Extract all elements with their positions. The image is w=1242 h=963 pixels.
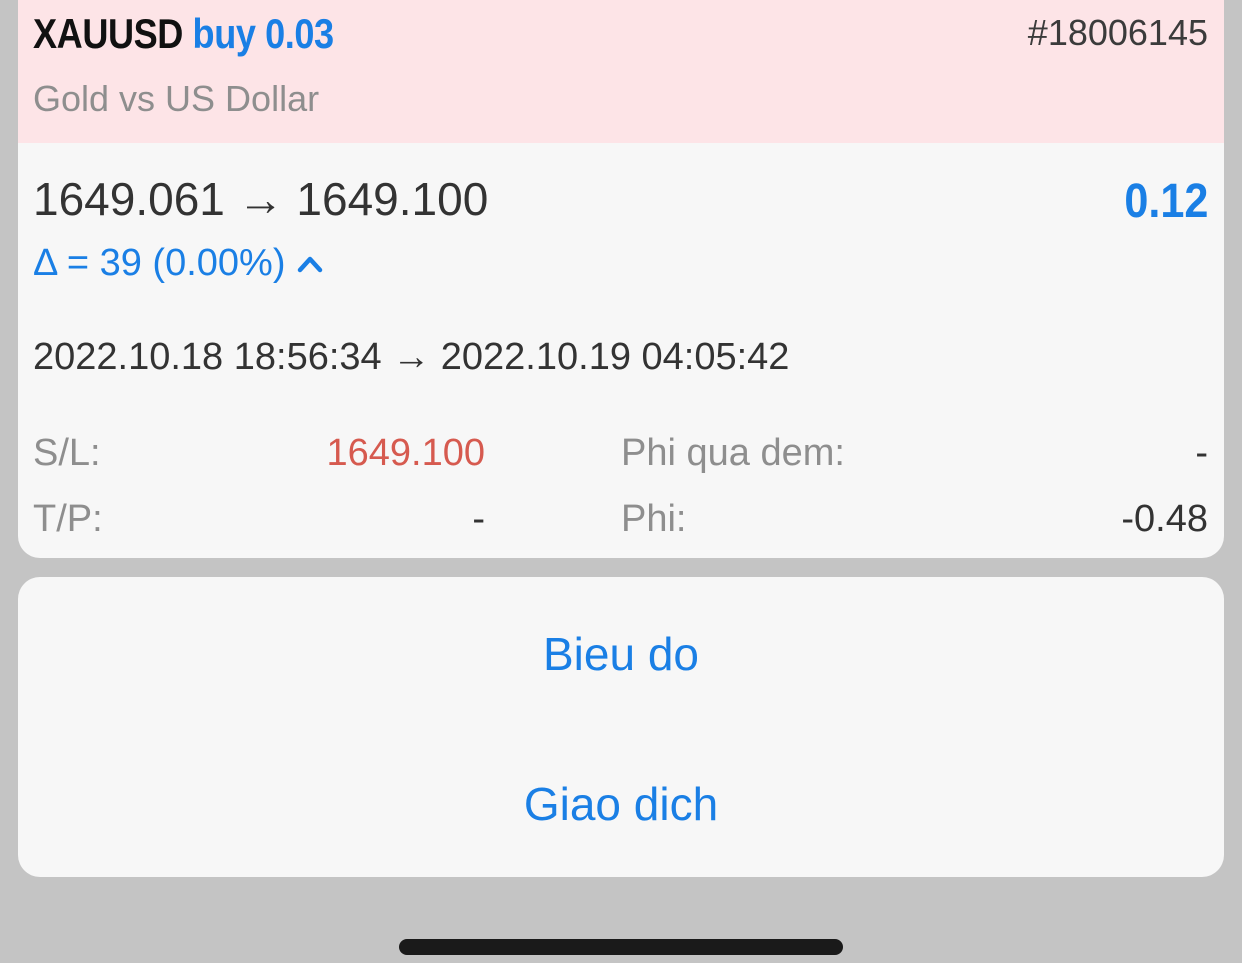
action-sheet: Bieu do Giao dich (18, 577, 1224, 877)
symbol-name: XAUUSD (33, 10, 183, 57)
order-side-volume: buy 0.03 (192, 10, 335, 57)
order-profit: 0.12 (1123, 175, 1208, 228)
sl-value: 1649.100 (326, 432, 486, 474)
order-header: XAUUSD buy 0.03 #18006145 Gold vs US Dol… (18, 0, 1224, 143)
chart-button[interactable]: Bieu do (18, 627, 1224, 681)
trade-button[interactable]: Giao dich (18, 777, 1224, 831)
tp-label: T/P: (33, 498, 103, 540)
symbol-description: Gold vs US Dollar (33, 78, 320, 119)
fee-value: -0.48 (1121, 498, 1208, 540)
tp-value: - (472, 498, 485, 540)
sl-label: S/L: (33, 432, 101, 474)
order-details-card: XAUUSD buy 0.03 #18006145 Gold vs US Dol… (18, 0, 1224, 558)
price-delta-toggle[interactable]: Δ = 39 (0.00%) (33, 242, 323, 285)
order-ticket: #18006145 (1027, 12, 1208, 53)
open-close-prices: 1649.061 → 1649.100 (33, 173, 489, 225)
order-title: XAUUSD buy 0.03 (33, 10, 334, 58)
price-delta: Δ = 39 (0.00%) (33, 242, 286, 284)
home-indicator[interactable] (399, 939, 843, 955)
swap-label: Phi qua dem: (621, 432, 845, 474)
chevron-up-icon (298, 256, 323, 272)
open-close-times: 2022.10.18 18:56:34 → 2022.10.19 04:05:4… (33, 336, 790, 378)
fee-label: Phi: (621, 498, 687, 540)
swap-value: - (1195, 432, 1208, 474)
